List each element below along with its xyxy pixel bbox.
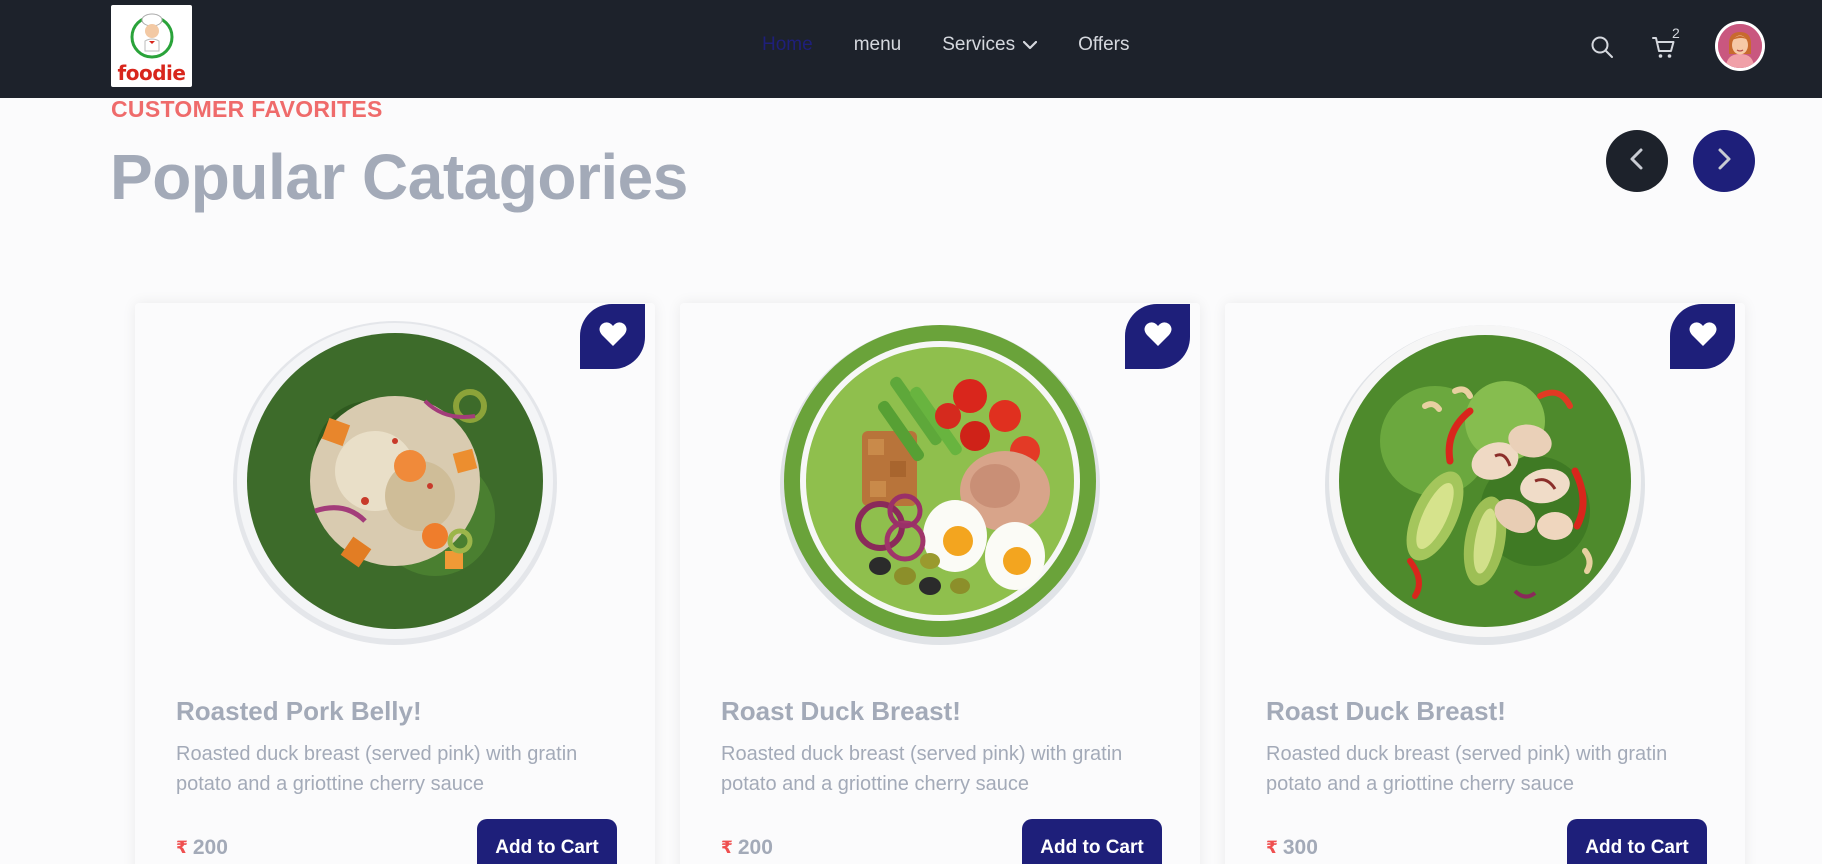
product-card: Roasted Pork Belly! Roasted duck breast … — [135, 303, 655, 864]
card-description: Roasted duck breast (served pink) with g… — [176, 743, 578, 795]
price-value: 200 — [737, 836, 773, 859]
currency-symbol: ₹ — [721, 838, 733, 857]
nav-services-label: Services — [942, 34, 1016, 55]
product-card: Roast Duck Breast! Roasted duck breast (… — [680, 303, 1200, 864]
price-value: 300 — [1282, 836, 1318, 859]
card-title: Roast Duck Breast! — [1266, 696, 1506, 726]
add-to-cart-button[interactable]: Add to Cart — [477, 819, 617, 864]
search-icon[interactable] — [1590, 35, 1614, 64]
nav-offers[interactable]: Offers — [1078, 34, 1129, 56]
nav-home[interactable]: Home — [762, 34, 813, 56]
carousel-next-button[interactable] — [1693, 130, 1755, 192]
nav-menu: Home menu Services Offers — [762, 34, 1170, 56]
chevron-down-icon — [1023, 40, 1038, 50]
chevron-left-icon — [1627, 147, 1647, 176]
carousel-prev-button[interactable] — [1606, 130, 1668, 192]
dish-image — [780, 325, 1100, 645]
chef-logo-icon — [130, 13, 174, 59]
brand-logo[interactable]: foodie — [111, 5, 192, 87]
card-price: ₹ 300 — [1266, 836, 1318, 860]
nav-menu-link[interactable]: menu — [854, 34, 902, 56]
dish-image — [233, 321, 557, 645]
heart-icon — [1144, 321, 1172, 352]
heart-icon — [1689, 321, 1717, 352]
card-price: ₹ 200 — [176, 836, 228, 860]
dish-image — [1325, 325, 1645, 645]
card-title: Roast Duck Breast! — [721, 696, 961, 726]
currency-symbol: ₹ — [1266, 838, 1278, 857]
avatar-image — [1718, 24, 1762, 68]
price-value: 200 — [192, 836, 228, 859]
avatar[interactable] — [1715, 21, 1765, 71]
card-price: ₹ 200 — [721, 836, 773, 860]
heart-icon — [599, 321, 627, 352]
currency-symbol: ₹ — [176, 838, 188, 857]
add-to-cart-button[interactable]: Add to Cart — [1567, 819, 1707, 864]
favorite-button[interactable] — [1125, 304, 1190, 369]
navbar: foodie Home menu Services Offers 2 — [0, 0, 1822, 98]
logo-text: foodie — [117, 61, 186, 85]
favorite-button[interactable] — [580, 304, 645, 369]
section-title: Popular Catagories — [110, 141, 688, 213]
nav-services[interactable]: Services — [942, 34, 1038, 56]
add-to-cart-button[interactable]: Add to Cart — [1022, 819, 1162, 864]
card-description: Roasted duck breast (served pink) with g… — [1266, 743, 1668, 795]
product-card: Roast Duck Breast! Roasted duck breast (… — [1225, 303, 1745, 864]
favorite-button[interactable] — [1670, 304, 1735, 369]
section-eyebrow: CUSTOMER FAVORITES — [111, 96, 383, 122]
card-description: Roasted duck breast (served pink) with g… — [721, 743, 1123, 795]
chevron-right-icon — [1714, 147, 1734, 176]
card-title: Roasted Pork Belly! — [176, 696, 422, 726]
cart-count-badge: 2 — [1672, 25, 1680, 41]
